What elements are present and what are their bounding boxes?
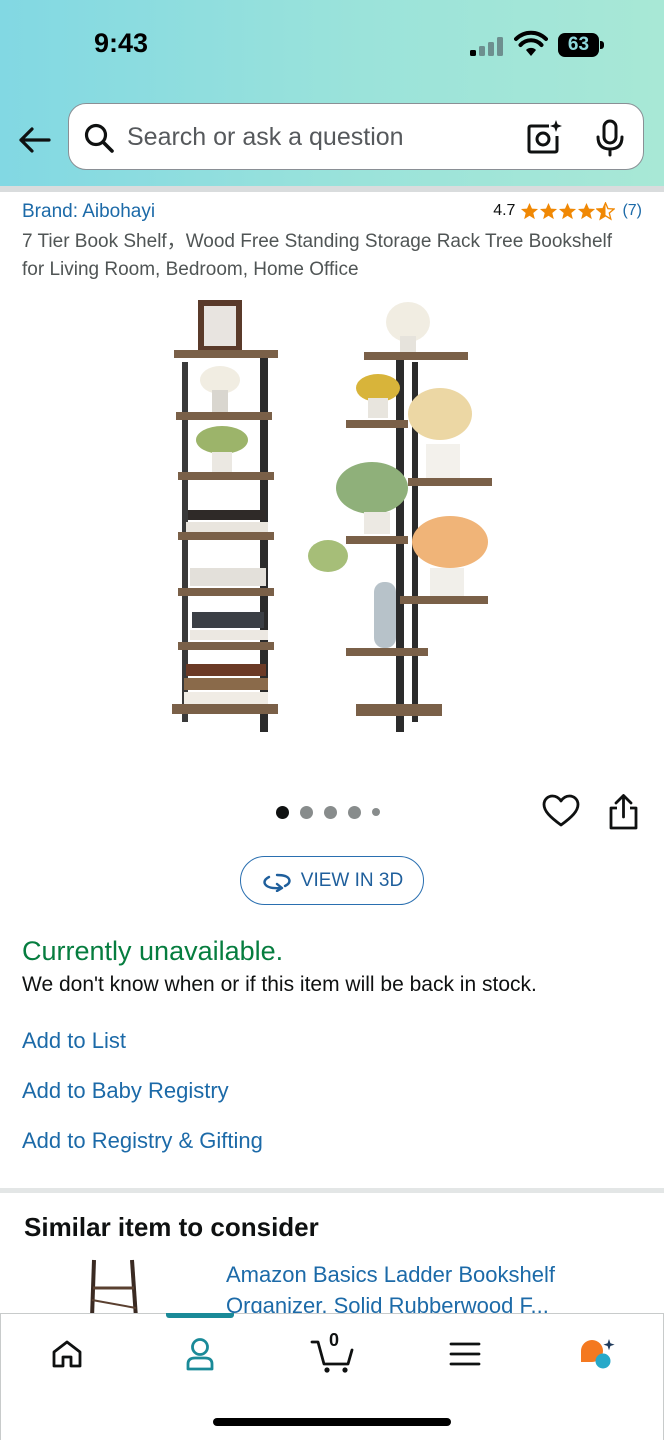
add-to-registry-gifting-link[interactable]: Add to Registry & Gifting <box>22 1128 263 1154</box>
back-arrow-icon[interactable] <box>16 120 56 160</box>
search-icon <box>84 123 114 153</box>
rating-summary[interactable]: 4.7 (7) <box>493 200 642 222</box>
nav-cart[interactable]: 0 <box>303 1330 363 1376</box>
rating-count: (7) <box>622 202 642 219</box>
product-title: 7 Tier Book Shelf，Wood Free Standing Sto… <box>22 231 613 280</box>
carousel-dot-active[interactable] <box>276 805 289 819</box>
cellular-signal-icon <box>470 36 506 56</box>
active-tab-indicator <box>166 1313 234 1318</box>
header-divider <box>0 186 664 192</box>
wifi-icon <box>514 30 548 56</box>
status-time: 9:43 <box>94 28 149 58</box>
similar-item-title[interactable]: Amazon Basics Ladder Bookshelf Organizer… <box>226 1259 646 1321</box>
similar-item-heading: Similar item to consider <box>24 1212 319 1242</box>
star-icon <box>559 202 577 219</box>
carousel-dot[interactable] <box>348 805 361 819</box>
nav-home[interactable] <box>37 1332 97 1376</box>
add-to-baby-registry-link[interactable]: Add to Baby Registry <box>22 1078 229 1104</box>
carousel-dot[interactable] <box>324 805 337 819</box>
home-indicator[interactable] <box>213 1418 451 1426</box>
add-to-list-link[interactable]: Add to List <box>22 1028 126 1054</box>
nav-rufus[interactable] <box>567 1332 627 1376</box>
nav-account[interactable] <box>170 1332 230 1376</box>
rating-stars <box>520 201 616 221</box>
brand-link[interactable]: Brand: Aibohayi <box>22 201 155 223</box>
availability-status: Currently unavailable. <box>22 936 284 966</box>
menu-icon <box>449 1342 481 1366</box>
battery-level: 63 <box>558 33 599 57</box>
section-divider <box>0 1188 664 1193</box>
nav-menu[interactable] <box>435 1332 495 1376</box>
rotate-3d-icon <box>263 873 291 892</box>
search-bar[interactable] <box>68 103 644 170</box>
star-icon <box>578 202 596 219</box>
carousel-dot[interactable] <box>300 805 313 819</box>
share-icon[interactable] <box>607 793 640 831</box>
rating-value: 4.7 <box>493 202 516 219</box>
carousel-dot[interactable] <box>372 808 380 816</box>
view-in-3d-label: VIEW IN 3D <box>300 869 404 891</box>
image-carousel-indicator[interactable] <box>276 805 380 819</box>
half-star-icon <box>596 201 616 221</box>
camera-search-icon[interactable] <box>525 118 563 156</box>
star-icon <box>521 202 539 219</box>
search-input[interactable] <box>127 121 507 153</box>
microphone-icon[interactable] <box>593 119 627 157</box>
account-icon <box>186 1338 214 1371</box>
cart-count: 0 <box>328 1330 339 1350</box>
star-icon <box>540 202 558 219</box>
rufus-icon <box>581 1339 615 1369</box>
battery-icon: 63 <box>558 33 604 57</box>
product-image[interactable] <box>150 292 520 752</box>
availability-message: We don't know when or if this item will … <box>22 973 537 996</box>
product-page: 9:43 63 Search or ask a question Brand: … <box>0 0 664 1440</box>
heart-icon[interactable] <box>542 794 580 828</box>
home-icon <box>52 1340 82 1368</box>
similar-item-image[interactable] <box>86 1258 146 1318</box>
app-header: 9:43 63 <box>0 0 664 186</box>
view-in-3d-button[interactable]: VIEW IN 3D <box>240 856 424 905</box>
